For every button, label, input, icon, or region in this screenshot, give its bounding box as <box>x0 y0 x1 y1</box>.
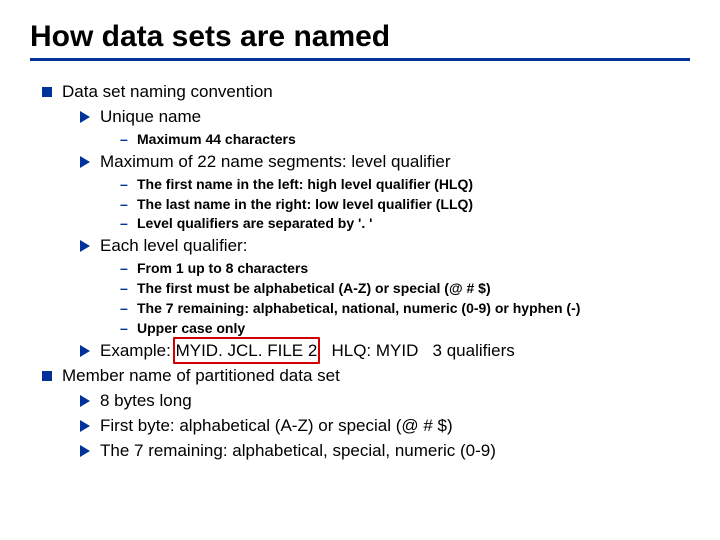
slide: How data sets are named Data set naming … <box>0 0 720 483</box>
bullet-data-set-naming: Data set naming convention <box>42 81 690 104</box>
triangle-bullet-icon <box>80 395 90 407</box>
bullet-text: Data set naming convention <box>62 81 273 104</box>
bullet-text: The last name in the right: low level qu… <box>137 195 473 214</box>
bullet-member-remaining: The 7 remaining: alphabetical, special, … <box>80 440 690 463</box>
content: Data set naming convention Unique name –… <box>30 81 690 463</box>
bullet-text: Maximum of 22 name segments: level quali… <box>100 151 451 174</box>
bullet-text: First byte: alphabetical (A-Z) or specia… <box>100 415 453 438</box>
triangle-bullet-icon <box>80 420 90 432</box>
dash-bullet-icon: – <box>120 131 129 148</box>
bullet-text: Maximum 44 characters <box>137 130 296 149</box>
bullet-uppercase: – Upper case only <box>120 319 690 338</box>
dash-bullet-icon: – <box>120 280 129 297</box>
bullet-text: Upper case only <box>137 319 245 338</box>
triangle-bullet-icon <box>80 345 90 357</box>
bullet-8-bytes: 8 bytes long <box>80 390 690 413</box>
bullet-text: Unique name <box>100 106 201 129</box>
dash-bullet-icon: – <box>120 176 129 193</box>
bullet-hlq: – The first name in the left: high level… <box>120 175 690 194</box>
bullet-text: Example: MYID. JCL. FILE 2 HLQ: MYID 3 q… <box>100 340 515 363</box>
title-underline <box>30 58 690 61</box>
bullet-text: The first name in the left: high level q… <box>137 175 473 194</box>
bullet-text: Level qualifiers are separated by '. ' <box>137 214 372 233</box>
bullet-separator: – Level qualifiers are separated by '. ' <box>120 214 690 233</box>
bullet-text: 8 bytes long <box>100 390 192 413</box>
triangle-bullet-icon <box>80 111 90 123</box>
square-bullet-icon <box>42 87 52 97</box>
bullet-text: From 1 up to 8 characters <box>137 259 308 278</box>
bullet-max-22-segments: Maximum of 22 name segments: level quali… <box>80 151 690 174</box>
dash-bullet-icon: – <box>120 300 129 317</box>
triangle-bullet-icon <box>80 240 90 252</box>
bullet-1-to-8: – From 1 up to 8 characters <box>120 259 690 278</box>
bullet-member-name: Member name of partitioned data set <box>42 365 690 388</box>
bullet-unique-name: Unique name <box>80 106 690 129</box>
page-title: How data sets are named <box>30 20 690 54</box>
triangle-bullet-icon <box>80 156 90 168</box>
dash-bullet-icon: – <box>120 215 129 232</box>
bullet-first-char: – The first must be alphabetical (A-Z) o… <box>120 279 690 298</box>
dash-bullet-icon: – <box>120 260 129 277</box>
bullet-llq: – The last name in the right: low level … <box>120 195 690 214</box>
bullet-remaining-7: – The 7 remaining: alphabetical, nationa… <box>120 299 690 318</box>
bullet-example: Example: MYID. JCL. FILE 2 HLQ: MYID 3 q… <box>80 340 690 363</box>
bullet-first-byte: First byte: alphabetical (A-Z) or specia… <box>80 415 690 438</box>
bullet-text: Member name of partitioned data set <box>62 365 340 388</box>
bullet-max-44: – Maximum 44 characters <box>120 130 690 149</box>
bullet-text: Each level qualifier: <box>100 235 247 258</box>
triangle-bullet-icon <box>80 445 90 457</box>
bullet-text: The 7 remaining: alphabetical, national,… <box>137 299 580 318</box>
bullet-text: The first must be alphabetical (A-Z) or … <box>137 279 491 298</box>
bullet-text: The 7 remaining: alphabetical, special, … <box>100 440 496 463</box>
dash-bullet-icon: – <box>120 320 129 337</box>
bullet-each-qualifier: Each level qualifier: <box>80 235 690 258</box>
square-bullet-icon <box>42 371 52 381</box>
dash-bullet-icon: – <box>120 196 129 213</box>
